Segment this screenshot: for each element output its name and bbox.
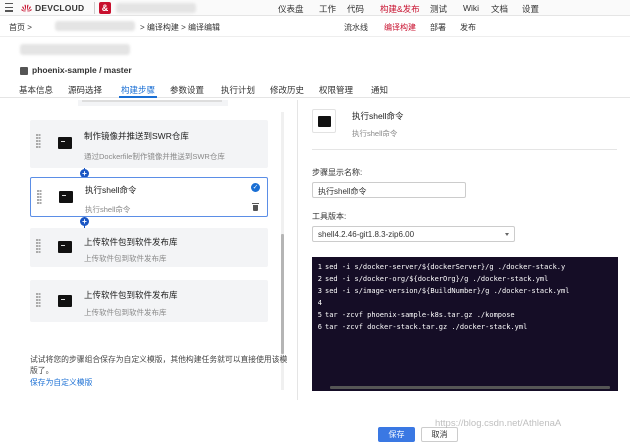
step-desc: 通过Dockerfile制作镜像并推送到SWR仓库 <box>84 152 225 161</box>
watermark: https://blog.csdn.net/AthlenaA <box>435 418 562 429</box>
nav-build-release[interactable]: 构建&发布 <box>380 3 420 15</box>
step-title: 制作镜像并推送到SWR仓库 <box>84 131 189 141</box>
step-card[interactable]: 上传软件包到软件发布库 上传软件包到软件发布库 <box>30 280 268 322</box>
template-hint: 试试将您的步骤组合保存为自定义模版，其他构建任务就可以直接使用该模版了。 <box>30 355 288 375</box>
tab-source[interactable]: 源码选择 <box>68 84 102 96</box>
active-tab-indicator <box>119 96 157 98</box>
menu-icon[interactable] <box>5 3 13 12</box>
brand-divider <box>94 2 95 14</box>
drag-handle-icon[interactable] <box>36 239 40 254</box>
shell-code-editor[interactable]: 1 sed -i s/docker-server/${dockerServer}/… <box>312 257 618 391</box>
brand-name: DEVCLOUD <box>35 3 85 13</box>
add-step-icon[interactable]: + <box>80 217 89 226</box>
tool-version-select[interactable]: shell4.2.46-git1.8.3-zip6.00 <box>312 226 515 242</box>
detail-title: 执行shell命令 <box>352 111 404 121</box>
subnav-deploy[interactable]: 部署 <box>430 22 446 33</box>
drag-handle-icon[interactable] <box>36 293 40 308</box>
huawei-logo <box>21 4 32 13</box>
config-tabs: 基本信息 源码选择 构建步骤 参数设置 执行计划 修改历史 权限管理 通知 <box>0 82 630 98</box>
breadcrumb-path: > 编译构建 > 编译编辑 <box>140 23 221 32</box>
subnav-pipeline[interactable]: 流水线 <box>344 22 368 33</box>
terminal-icon <box>58 137 72 149</box>
cancel-button[interactable]: 取消 <box>421 427 458 442</box>
trash-icon[interactable] <box>252 203 259 211</box>
step-card[interactable]: 上传软件包到软件发布库 上传软件包到软件发布库 <box>30 228 268 267</box>
step-card-selected[interactable]: 执行shell命令 执行shell命令 ✓ <box>30 177 268 217</box>
step-name-label: 步骤显示名称: <box>312 168 363 177</box>
code-line: 2 sed -i s/docker-org/${dockerOrg}/g ./do… <box>317 275 549 283</box>
step-title: 执行shell命令 <box>85 185 137 195</box>
subnav-release[interactable]: 发布 <box>460 22 476 33</box>
tab-params[interactable]: 参数设置 <box>170 84 204 96</box>
check-circle-icon: ✓ <box>251 183 260 192</box>
code-line: 6 tar -zcvf docker-stack.tar.gz ./docker-… <box>317 323 528 331</box>
tab-permissions[interactable]: 权限管理 <box>319 84 353 96</box>
terminal-icon <box>59 191 73 203</box>
project-switcher-blurred[interactable] <box>116 3 196 13</box>
chevron-down-icon <box>505 233 509 236</box>
step-title: 上传软件包到软件发布库 <box>84 290 178 300</box>
code-line: 3 sed -i s/image-version/${BuildNumber}/g… <box>317 287 570 295</box>
repo-icon <box>20 67 28 75</box>
save-button[interactable]: 保存 <box>378 427 415 442</box>
tab-basic-info[interactable]: 基本信息 <box>19 84 53 96</box>
nav-wiki[interactable]: Wiki <box>463 3 479 13</box>
step-card-partial[interactable] <box>78 100 228 106</box>
breadcrumb-bar: 首页 > > 编译构建 > 编译编辑 流水线 编译构建 部署 发布 <box>0 17 630 37</box>
subnav-build[interactable]: 编译构建 <box>384 22 416 33</box>
tab-notifications[interactable]: 通知 <box>371 84 388 96</box>
project-icon[interactable]: & <box>99 2 111 14</box>
nav-code[interactable]: 代码 <box>347 3 364 15</box>
step-name-input[interactable]: 执行shell命令 <box>312 182 466 198</box>
nav-settings[interactable]: 设置 <box>522 3 539 15</box>
nav-dashboard[interactable]: 仪表盘 <box>278 3 304 15</box>
step-title: 上传软件包到软件发布库 <box>84 237 178 247</box>
step-desc: 执行shell命令 <box>85 205 131 214</box>
top-navbar: DEVCLOUD & 仪表盘 工作 代码 构建&发布 测试 Wiki 文档 设置 <box>0 0 630 16</box>
tab-history[interactable]: 修改历史 <box>270 84 304 96</box>
tool-version-label: 工具版本: <box>312 212 347 221</box>
build-task-name-blurred <box>20 44 130 55</box>
drag-handle-icon[interactable] <box>36 134 40 149</box>
drag-handle-icon[interactable] <box>37 190 41 205</box>
step-card[interactable]: 制作镜像并推送到SWR仓库 通过Dockerfile制作镜像并推送到SWR仓库 <box>30 120 268 168</box>
code-line: 1 sed -i s/docker-server/${dockerServer}/… <box>317 263 566 271</box>
nav-work[interactable]: 工作 <box>319 3 336 15</box>
terminal-icon <box>58 241 72 253</box>
detail-subtitle: 执行shell命令 <box>352 129 398 138</box>
panel-divider <box>297 100 298 400</box>
breadcrumb-project-blurred[interactable] <box>55 21 135 31</box>
shell-step-icon <box>312 109 336 133</box>
nav-docs[interactable]: 文档 <box>491 3 508 15</box>
nav-test[interactable]: 测试 <box>430 3 447 15</box>
tool-version-value: shell4.2.46-git1.8.3-zip6.00 <box>318 230 415 239</box>
steps-scrollbar-thumb[interactable] <box>281 234 284 354</box>
code-horizontal-scrollbar[interactable] <box>330 386 610 389</box>
tab-build-steps[interactable]: 构建步骤 <box>121 84 155 96</box>
repo-branch: phoenix-sample / master <box>32 65 132 75</box>
code-line: 5 tar -zcvf phoenix-sample-k8s.tar.gz ./k… <box>317 311 515 319</box>
breadcrumb-home[interactable]: 首页 > <box>9 22 32 33</box>
step-desc: 上传软件包到软件发布库 <box>84 254 167 263</box>
detail-divider <box>312 149 617 150</box>
code-line: 4 <box>317 299 322 307</box>
step-desc: 上传软件包到软件发布库 <box>84 308 167 317</box>
save-template-link[interactable]: 保存为自定义模版 <box>30 377 92 388</box>
tab-schedule[interactable]: 执行计划 <box>221 84 255 96</box>
terminal-icon <box>58 295 72 307</box>
